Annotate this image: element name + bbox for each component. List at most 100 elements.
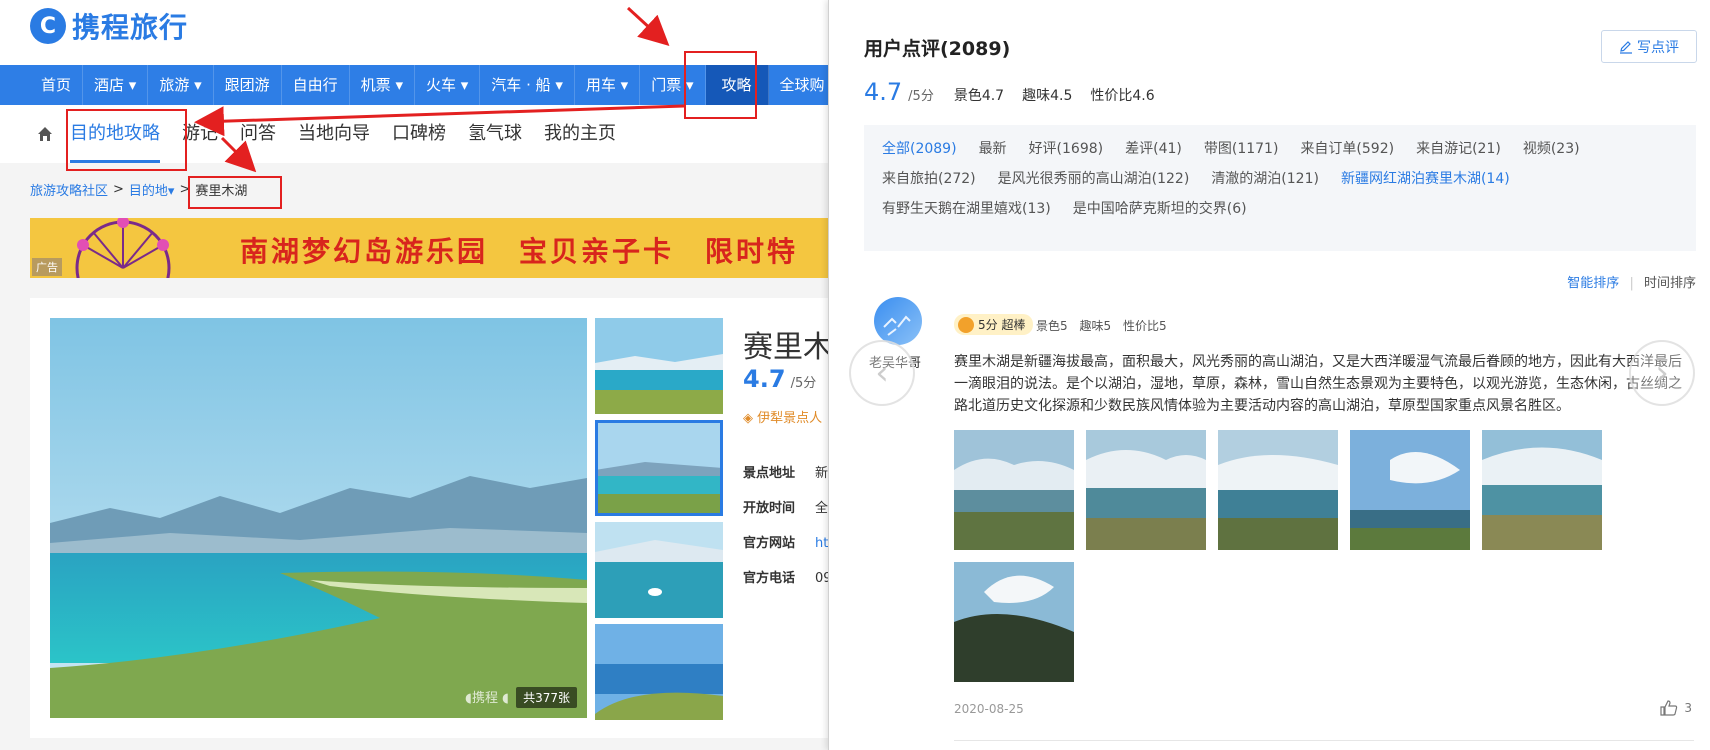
poi-ranking-label: 伊犁景点人 [757, 411, 823, 426]
nav-item[interactable]: 全球购 ▾ [769, 65, 830, 105]
review-sub-score: 趣味5 [1079, 319, 1112, 333]
thumbnail-image [595, 624, 723, 720]
poi-info-value[interactable]: ht [815, 536, 828, 551]
nav-item[interactable]: 汽车 · 船 ▾ [480, 65, 575, 105]
filter-tag[interactable]: 是中国哈萨克斯坦的交界(6) [1073, 199, 1247, 219]
filter-row: 全部(2089) 最新 好评(1698) 差评(41) 带图(1171) 来自订单(592… [882, 139, 1678, 159]
rating-badge-label: 5分 超棒 [978, 318, 1026, 332]
nav-item[interactable]: 旅游 ▾ [148, 65, 214, 105]
edit-icon [1620, 40, 1632, 54]
chevron-left-icon[interactable]: ‹ [849, 340, 915, 406]
ad-text: 南湖梦幻岛游乐园 宝贝亲子卡 限时特 [240, 235, 799, 268]
subnav-item[interactable]: 问答 [240, 105, 276, 163]
filter-tag[interactable]: 好评(1698) [1029, 139, 1104, 159]
chevron-right-icon[interactable]: › [1629, 340, 1695, 406]
annotation-box [684, 51, 757, 119]
sub-score: 性价比4.6 [1090, 88, 1155, 104]
like-button[interactable]: 3 [1660, 700, 1692, 716]
poi-info-row: 官方电话 09 [743, 567, 830, 586]
thumbnail[interactable] [595, 318, 723, 414]
poi-info-row: 开放时间 全 [743, 497, 828, 516]
review-photo[interactable] [1350, 430, 1470, 550]
nav-item[interactable]: 首页 [30, 65, 84, 105]
filter-tag[interactable]: 差评(41) [1125, 139, 1182, 159]
poi-ranking-tag[interactable]: ◈ 伊犁景点人 [743, 407, 822, 426]
poi-score-unit: /5分 [790, 376, 817, 391]
filter-tag[interactable]: 来自游记(21) [1416, 139, 1501, 159]
review-photo-image [954, 430, 1074, 550]
filter-tag[interactable]: 最新 [979, 139, 1007, 159]
poi-info-key: 景点地址 [743, 466, 796, 481]
nav-item[interactable]: 自由行 [282, 65, 350, 105]
review-sub-score: 性价比5 [1122, 319, 1167, 333]
nav-item[interactable]: 火车 ▾ [415, 65, 481, 105]
filter-tag[interactable]: 新疆网红湖泊赛里木湖(14) [1341, 169, 1510, 189]
review-sub-score: 景色5 [1036, 319, 1068, 333]
sub-score: 景色4.7 [953, 88, 1005, 104]
logo-text: 携程旅行 [72, 11, 189, 44]
nav-item[interactable]: 用车 ▾ [575, 65, 641, 105]
review-photo-image [954, 562, 1074, 682]
review-photo[interactable] [954, 562, 1074, 682]
ad-badge: 广告 [32, 258, 62, 276]
review-photo-image [1350, 430, 1470, 550]
poi-info-row: 景点地址 新 [743, 462, 828, 481]
poi-info-key: 官方网站 [743, 536, 796, 551]
sort-time[interactable]: 时间排序 [1644, 276, 1696, 291]
poi-score: 4.7 /5分 2 [743, 365, 830, 393]
breadcrumb-destination[interactable]: 目的地▾ [129, 180, 175, 199]
thumbnail[interactable] [595, 522, 723, 618]
sort-options: 智能排序 | 时间排序 [1567, 272, 1696, 291]
review-photo[interactable] [1218, 430, 1338, 550]
filter-tag[interactable]: 带图(1171) [1204, 139, 1279, 159]
review-photo[interactable] [1086, 430, 1206, 550]
review-panel: 用户点评(2089) 写点评 4.7 /5分 景色4.7 趣味4.5 性价比4.… [828, 0, 1710, 750]
avatar[interactable] [874, 297, 922, 345]
subnav-item[interactable]: 当地向导 [298, 105, 370, 163]
subnav-item[interactable]: 我的主页 [544, 105, 616, 163]
sub-score: 趣味4.5 [1022, 88, 1073, 104]
filter-tag[interactable]: 有野生天鹅在湖里嬉戏(13) [882, 199, 1051, 219]
breadcrumb-root[interactable]: 旅游攻略社区 [30, 180, 108, 199]
subnav-item[interactable]: 口碑榜 [392, 105, 446, 163]
review-photo[interactable] [1482, 430, 1602, 550]
review-photo[interactable] [954, 430, 1074, 550]
ferris-wheel-icon [75, 218, 171, 278]
poi-info-key: 官方电话 [743, 571, 796, 586]
screenshot: C 携程旅行 首页 酒店 ▾ 旅游 ▾ 跟团游 自由行 机票 ▾ 火车 ▾ 汽车 · 船 ▾ 用… [0, 0, 1710, 750]
photo-count[interactable]: 共377张 [516, 687, 577, 708]
thumb-up-icon [1660, 700, 1678, 716]
review-photo-image [1218, 430, 1338, 550]
filter-tag[interactable]: 来自订单(592) [1300, 139, 1394, 159]
review-divider [954, 740, 1694, 741]
nav-item[interactable]: 酒店 ▾ [83, 65, 149, 105]
breadcrumb-separator: > [113, 182, 124, 197]
poi-info-row: 官方网站 ht [743, 532, 828, 551]
home-icon[interactable] [36, 124, 56, 144]
site-logo[interactable]: C 携程旅行 [30, 6, 188, 46]
thumbnail[interactable] [595, 624, 723, 720]
filter-tag[interactable]: 来自旅拍(272) [882, 169, 976, 189]
review-photo-image [1482, 430, 1602, 550]
ad-banner[interactable]: 南湖梦幻岛游乐园 宝贝亲子卡 限时特 广告 [30, 218, 830, 278]
review-filters: 全部(2089) 最新 好评(1698) 差评(41) 带图(1171) 来自订单(592… [864, 125, 1696, 251]
review-title: 用户点评(2089) [864, 38, 1011, 60]
like-count: 3 [1684, 701, 1692, 715]
annotation-box [66, 109, 187, 171]
subnav-item[interactable]: 氢气球 [468, 105, 522, 163]
main-photo[interactable]: ◖携程 ◖ 共377张 [50, 318, 587, 718]
filter-tag[interactable]: 是风光很秀丽的高山湖泊(122) [998, 169, 1190, 189]
rating-badge: 5分 超棒 [954, 314, 1034, 335]
filter-row: 来自旅拍(272) 是风光很秀丽的高山湖泊(122) 清澈的湖泊(121) 新疆网红湖… [882, 169, 1678, 189]
nav-item[interactable]: 机票 ▾ [350, 65, 415, 105]
sort-smart[interactable]: 智能排序 [1567, 276, 1619, 291]
filter-tag[interactable]: 全部(2089) [882, 139, 957, 159]
subnav-item[interactable]: 游记 [182, 105, 218, 163]
filter-tag[interactable]: 清澈的湖泊(121) [1211, 169, 1319, 189]
write-review-label: 写点评 [1637, 39, 1679, 56]
nav-item[interactable]: 跟团游 [214, 65, 282, 105]
thumbnail-selected[interactable] [595, 420, 723, 516]
write-review-button[interactable]: 写点评 [1601, 30, 1697, 63]
filter-tag[interactable]: 视频(23) [1523, 139, 1580, 159]
overall-rating: 4.7 /5分 景色4.7 趣味4.5 性价比4.6 [864, 78, 1167, 106]
